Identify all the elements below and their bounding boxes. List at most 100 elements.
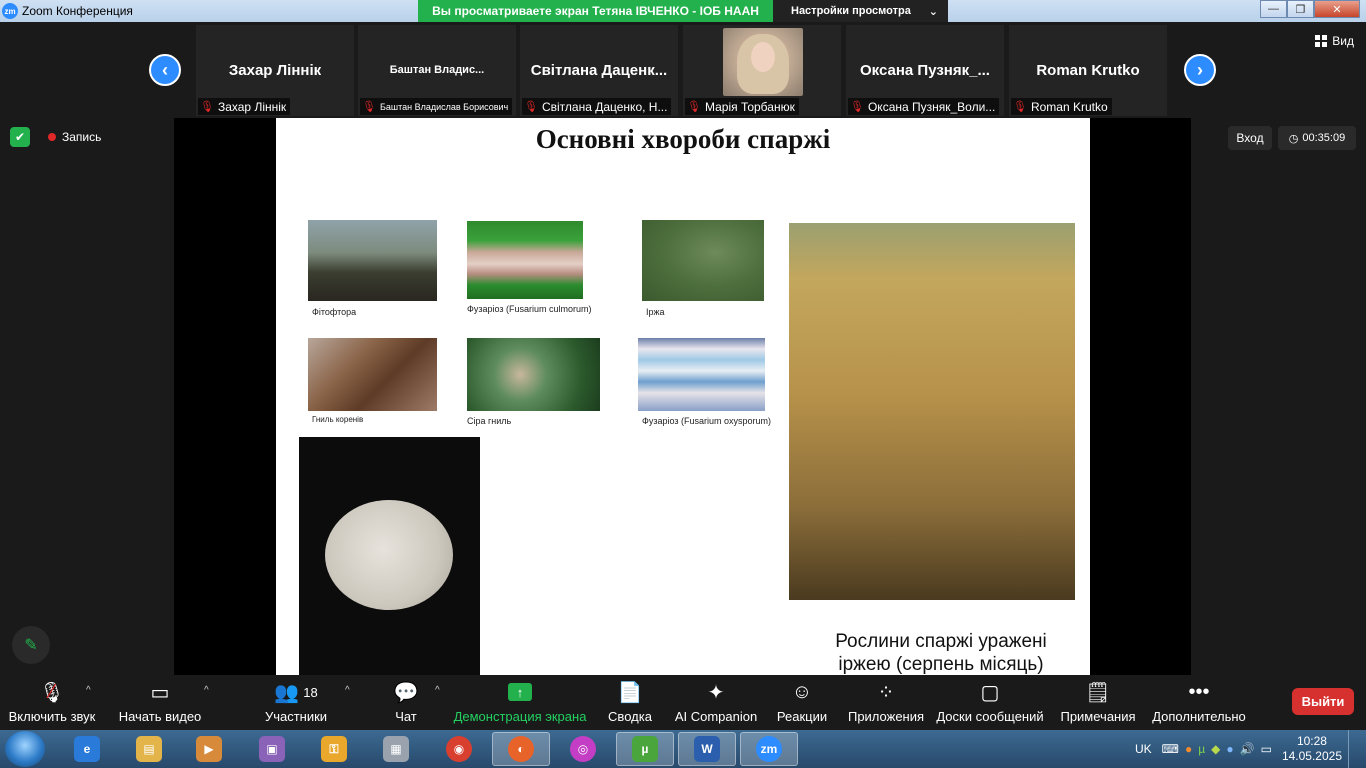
video-off-icon: ▭ xyxy=(150,681,170,704)
file-explorer-icon[interactable]: ▤ xyxy=(120,732,178,766)
chat-button[interactable]: 💬 Чат xyxy=(388,675,424,730)
participant-tile[interactable]: Roman Krutko 🎙 Roman Krutko xyxy=(1009,25,1167,116)
leave-meeting-button[interactable]: Выйти xyxy=(1292,688,1354,715)
participants-button[interactable]: 👥 18 Участники xyxy=(262,675,330,730)
participant-tile[interactable]: Оксана Пузняк_... 🎙 Оксана Пузняк_Воли... xyxy=(846,25,1004,116)
participant-tile[interactable]: Світлана Даценк... 🎙 Світлана Даценко, Н.… xyxy=(520,25,678,116)
tray-green-icon[interactable]: ◆ xyxy=(1211,742,1220,756)
summary-button[interactable]: 📄 Сводка xyxy=(606,675,654,730)
phytophthora-photo xyxy=(308,220,437,301)
recording-label: Запись xyxy=(62,130,102,144)
video-options-caret-icon[interactable]: ^ xyxy=(204,685,209,696)
fusarium-oxysporum-photo xyxy=(638,338,765,411)
share-screen-icon: ↑ xyxy=(508,675,532,709)
summary-icon: 📄 xyxy=(617,681,643,704)
language-indicator[interactable]: UK xyxy=(1135,742,1152,756)
microscope-field xyxy=(325,500,453,610)
save-disk-icon[interactable]: ▣ xyxy=(243,732,301,766)
meeting-toolbar: 🎙 ⁄ Включить звук ^ ▭ Начать видео ^ 👥 18 … xyxy=(0,675,1366,730)
tray-app-icon[interactable]: ● xyxy=(1185,742,1192,756)
media-player-icon[interactable]: ▶ xyxy=(180,732,238,766)
sparkle-icon: ✦ xyxy=(707,681,725,704)
windows-taskbar: e ▤ ▶ ▣ ⚿ ▦ ◉ ◐ ◎ µ W zm UK ⌨ ● µ ◆ ● 🔊 … xyxy=(0,730,1366,768)
apps-button[interactable]: ⁘ Приложения xyxy=(848,675,924,730)
zoom-taskbar-icon[interactable]: zm xyxy=(740,732,798,766)
annotate-pencil-icon[interactable]: ✎ xyxy=(12,626,50,664)
caption-fusarium-culmorum: Фузаріоз (Fusarium culmorum) xyxy=(467,304,592,314)
participant-display-name: Світлана Даценк... xyxy=(530,62,668,79)
word-icon[interactable]: W xyxy=(678,732,736,766)
participants-options-caret-icon[interactable]: ^ xyxy=(345,685,350,696)
zoom-logo-icon: zm xyxy=(2,3,18,19)
keyboard-icon[interactable]: ⌨ xyxy=(1162,742,1179,756)
caption-rust: Іржа xyxy=(646,307,665,317)
participant-name-label: 🎙 Баштан Владислав Борисович xyxy=(360,98,513,115)
caption-fusarium-oxysporum: Фузаріоз (Fusarium oxysporum) xyxy=(642,416,772,426)
tray-icons: ⌨ ● µ ◆ ● 🔊 ▭ xyxy=(1162,742,1272,756)
avatar-face xyxy=(751,42,775,72)
chrome-icon[interactable]: ◉ xyxy=(430,732,488,766)
record-dot-icon xyxy=(48,133,56,141)
calculator-icon[interactable]: ▦ xyxy=(367,732,425,766)
participants-count: 18 xyxy=(303,684,318,700)
apps-icon: ⁘ xyxy=(877,681,895,704)
more-button[interactable]: ••• Дополнительно xyxy=(1152,675,1246,730)
view-settings-button[interactable]: Настройки просмотра ⌄ xyxy=(773,0,948,22)
participant-tile[interactable]: 🎙 Марія Торбанюк xyxy=(683,25,841,116)
gallery-prev-button[interactable]: ‹ xyxy=(149,54,181,86)
security-shield-icon[interactable]: ✔ xyxy=(10,127,30,147)
maximize-button[interactable]: ❐ xyxy=(1287,0,1314,18)
utorrent-icon[interactable]: µ xyxy=(616,732,674,766)
tray-zoom-icon[interactable]: ● xyxy=(1226,742,1233,756)
grid-view-icon xyxy=(1315,35,1328,47)
participant-gallery: ‹ Захар Ліннік 🎙 Захар Ліннік Баштан Влад… xyxy=(0,22,1366,118)
participant-display-name: Roman Krutko xyxy=(1036,62,1140,79)
ai-companion-button[interactable]: ✦ AI Companion xyxy=(675,675,757,730)
notes-button[interactable]: 🗒 Примечания xyxy=(1060,675,1136,730)
microscope-photo xyxy=(299,437,480,675)
network-icon[interactable]: ▭ xyxy=(1261,742,1272,756)
view-button[interactable]: Вид xyxy=(1315,34,1354,48)
reactions-button[interactable]: ☺ Реакции xyxy=(776,675,828,730)
window-controls: — ❐ ✕ xyxy=(1260,0,1360,18)
participant-name-label: 🎙 Захар Ліннік xyxy=(198,98,291,115)
recording-indicator[interactable]: Запись xyxy=(40,127,109,147)
system-tray: UK ⌨ ● µ ◆ ● 🔊 ▭ 10:28 14.05.2025 xyxy=(1135,730,1358,768)
participant-display-name: Баштан Владис... xyxy=(389,64,485,76)
participant-name-label: 🎙 Оксана Пузняк_Воли... xyxy=(848,98,1000,115)
emoji-icon: ☺ xyxy=(791,680,813,703)
start-video-button[interactable]: ▭ Начать видео xyxy=(118,675,202,730)
exit-fullscreen-button[interactable]: Вход xyxy=(1228,126,1272,150)
participants-icon: 👥 18 xyxy=(274,681,318,704)
rust-photo xyxy=(642,220,764,301)
system-clock[interactable]: 10:28 14.05.2025 xyxy=(1282,734,1342,764)
mic-muted-icon: 🎙 xyxy=(362,101,376,113)
unmute-button[interactable]: 🎙 ⁄ Включить звук xyxy=(8,675,96,730)
firefox-icon[interactable]: ◐ xyxy=(492,732,550,766)
whiteboards-button[interactable]: ▢ Доски сообщений xyxy=(936,675,1044,730)
close-button[interactable]: ✕ xyxy=(1314,0,1360,18)
internet-explorer-icon[interactable]: e xyxy=(58,732,116,766)
presentation-slide: Основні хвороби спаржі Фітофтора Фузаріо… xyxy=(276,118,1090,675)
windows-start-icon[interactable] xyxy=(5,731,45,767)
audio-options-caret-icon[interactable]: ^ xyxy=(86,685,91,696)
clock-time: 10:28 xyxy=(1296,734,1327,748)
participant-tile[interactable]: Баштан Владис... 🎙 Баштан Владислав Борис… xyxy=(358,25,516,116)
meeting-timer: ◷ 00:35:09 xyxy=(1278,126,1356,150)
clock-date: 14.05.2025 xyxy=(1281,749,1342,763)
participant-display-name: Захар Ліннік xyxy=(228,62,322,79)
gallery-next-button[interactable]: › xyxy=(1184,54,1216,86)
caption-root-rot: Гниль коренів xyxy=(312,415,364,424)
show-desktop-button[interactable] xyxy=(1348,730,1358,768)
share-screen-button[interactable]: ↑ Демонстрация экрана xyxy=(454,675,586,730)
minimize-button[interactable]: — xyxy=(1260,0,1287,18)
multicolor-app-icon[interactable]: ◎ xyxy=(554,732,612,766)
root-rot-photo xyxy=(308,338,437,411)
tray-utorrent-icon[interactable]: µ xyxy=(1198,742,1205,756)
volume-icon[interactable]: 🔊 xyxy=(1240,742,1255,756)
participant-tile[interactable]: Захар Ліннік 🎙 Захар Ліннік xyxy=(196,25,354,116)
chat-options-caret-icon[interactable]: ^ xyxy=(435,685,440,696)
slide-title: Основні хвороби спаржі xyxy=(535,124,831,154)
clock-icon: ◷ xyxy=(1288,132,1299,145)
key-app-icon[interactable]: ⚿ xyxy=(305,732,363,766)
